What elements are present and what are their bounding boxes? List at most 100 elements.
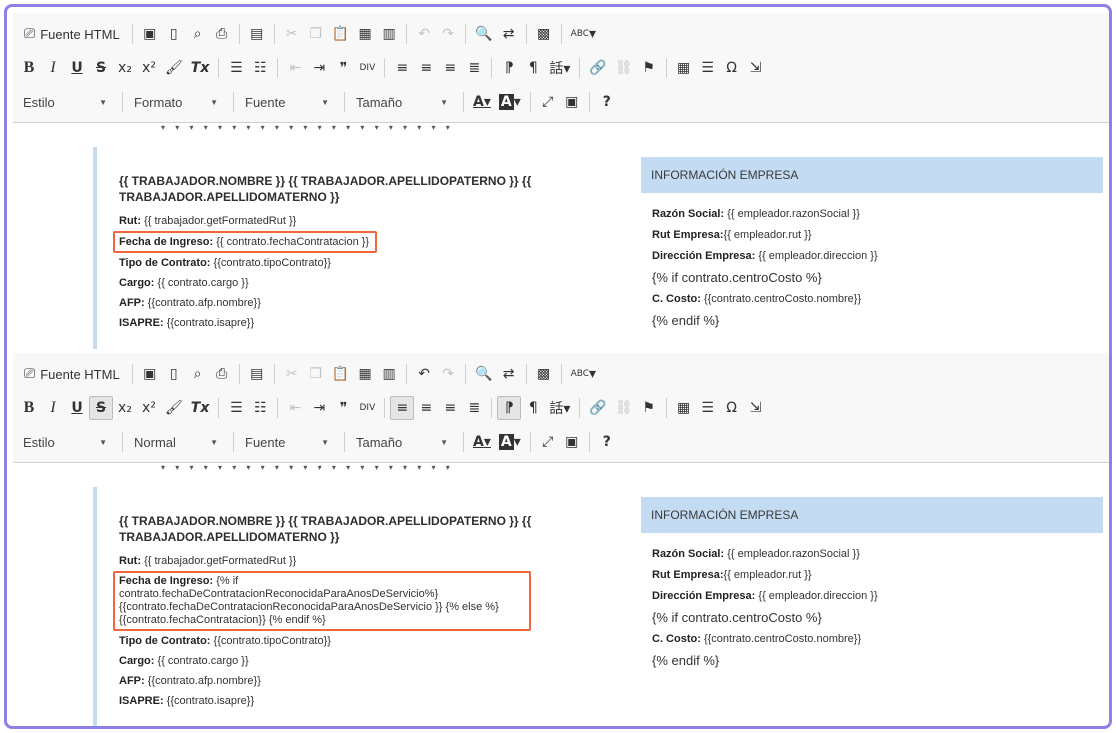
source-button[interactable]: ⎚ Fuente HTML: [17, 22, 127, 46]
indent-icon[interactable]: ⇥: [307, 396, 331, 420]
format-combo[interactable]: Normal ▼: [128, 430, 224, 454]
page-break-icon[interactable]: ⇲: [744, 56, 768, 80]
bg-color-button[interactable]: A ▾: [495, 90, 525, 114]
language-icon[interactable]: 話▾: [545, 396, 574, 420]
numbered-list-icon[interactable]: ☰: [224, 396, 248, 420]
subscript-button[interactable]: x₂: [113, 56, 137, 80]
anchor-flag-icon[interactable]: ⚑: [637, 396, 661, 420]
replace-icon[interactable]: ⇄: [497, 362, 521, 386]
source-button[interactable]: ⎚ Fuente HTML: [17, 362, 127, 386]
strike-button[interactable]: S: [89, 396, 113, 420]
paste-text-icon[interactable]: ▦: [353, 362, 377, 386]
blockquote-button[interactable]: ❞: [331, 56, 355, 80]
remove-format-button[interactable]: Tx: [187, 396, 214, 420]
print-icon[interactable]: ⎙: [210, 362, 234, 386]
save-icon[interactable]: ▣: [138, 22, 162, 46]
redo-icon[interactable]: ↷: [436, 22, 460, 46]
redo-icon[interactable]: ↷: [436, 362, 460, 386]
bold-button[interactable]: B: [17, 396, 41, 420]
numbered-list-icon[interactable]: ☰: [224, 56, 248, 80]
align-right-icon[interactable]: ≡: [438, 56, 462, 80]
templates-icon[interactable]: ▤: [245, 22, 269, 46]
page-break-icon[interactable]: ⇲: [744, 396, 768, 420]
save-icon[interactable]: ▣: [138, 362, 162, 386]
superscript-button[interactable]: x²: [137, 56, 161, 80]
special-char-button[interactable]: Ω: [720, 396, 744, 420]
select-all-icon[interactable]: ▩: [532, 362, 556, 386]
link-icon[interactable]: 🔗: [585, 396, 610, 420]
bg-color-button[interactable]: A ▾: [495, 430, 525, 454]
style-combo[interactable]: Estilo ▼: [17, 90, 113, 114]
rtl-icon[interactable]: ¶: [521, 396, 545, 420]
maximize-icon[interactable]: ⤢: [536, 90, 560, 114]
font-combo[interactable]: Fuente ▼: [239, 430, 335, 454]
italic-button[interactable]: I: [41, 396, 65, 420]
replace-icon[interactable]: ⇄: [497, 22, 521, 46]
unlink-icon[interactable]: ⛓: [611, 56, 637, 80]
cut-icon[interactable]: ✂: [280, 22, 304, 46]
indent-icon[interactable]: ⇥: [307, 56, 331, 80]
new-page-icon[interactable]: ▯: [162, 22, 186, 46]
spellcheck-icon[interactable]: ABC ▾: [567, 22, 601, 46]
text-color-button[interactable]: A ▾: [469, 90, 495, 114]
blockquote-button[interactable]: ❞: [331, 396, 355, 420]
table-icon[interactable]: ▦: [672, 396, 696, 420]
preview-icon[interactable]: ⌕: [186, 362, 210, 386]
underline-button[interactable]: U: [65, 396, 89, 420]
align-center-icon[interactable]: ≡: [414, 396, 438, 420]
link-icon[interactable]: 🔗: [585, 56, 610, 80]
align-justify-icon[interactable]: ≣: [462, 56, 486, 80]
show-blocks-icon[interactable]: ▣: [560, 430, 584, 454]
superscript-button[interactable]: x²: [137, 396, 161, 420]
text-color-button[interactable]: A ▾: [469, 430, 495, 454]
language-icon[interactable]: 話▾: [545, 56, 574, 80]
cut-icon[interactable]: ✂: [280, 362, 304, 386]
show-blocks-icon[interactable]: ▣: [560, 90, 584, 114]
find-icon[interactable]: 🔍: [471, 22, 496, 46]
maximize-icon[interactable]: ⤢: [536, 430, 560, 454]
style-combo[interactable]: Estilo ▼: [17, 430, 113, 454]
create-div-button[interactable]: DIV: [355, 396, 379, 420]
copy-format-icon[interactable]: 🖌: [161, 56, 187, 80]
paste-word-icon[interactable]: ▥: [377, 22, 401, 46]
spellcheck-icon[interactable]: ABC ▾: [567, 362, 601, 386]
anchor-flag-icon[interactable]: ⚑: [637, 56, 661, 80]
copy-icon[interactable]: ❐: [304, 362, 328, 386]
remove-format-button[interactable]: Tx: [187, 56, 214, 80]
editor-content[interactable]: ▾ ▾ ▾ ▾ ▾ ▾ ▾ ▾ ▾ ▾ ▾ ▾ ▾ ▾ ▾ ▾ ▾ ▾ ▾ ▾ …: [13, 123, 1109, 349]
rtl-icon[interactable]: ¶: [521, 56, 545, 80]
undo-icon[interactable]: ↶: [412, 362, 436, 386]
bullet-list-icon[interactable]: ☷: [248, 396, 272, 420]
ltr-icon[interactable]: ⁋: [497, 396, 522, 420]
italic-button[interactable]: I: [41, 56, 65, 80]
align-center-icon[interactable]: ≡: [414, 56, 438, 80]
preview-icon[interactable]: ⌕: [186, 22, 210, 46]
size-combo[interactable]: Tamaño ▼: [350, 90, 454, 114]
horizontal-line-icon[interactable]: ☰: [696, 396, 720, 420]
table-icon[interactable]: ▦: [672, 56, 696, 80]
print-icon[interactable]: ⎙: [210, 22, 234, 46]
ltr-icon[interactable]: ⁋: [497, 56, 521, 80]
paste-icon[interactable]: 📋: [328, 22, 353, 46]
select-all-icon[interactable]: ▩: [532, 22, 556, 46]
font-combo[interactable]: Fuente ▼: [239, 90, 335, 114]
find-icon[interactable]: 🔍: [471, 362, 496, 386]
paste-text-icon[interactable]: ▦: [353, 22, 377, 46]
align-left-icon[interactable]: ≡: [390, 56, 414, 80]
create-div-button[interactable]: DIV: [355, 56, 379, 80]
bullet-list-icon[interactable]: ☷: [248, 56, 272, 80]
help-button[interactable]: ?: [595, 90, 619, 114]
paste-icon[interactable]: 📋: [328, 362, 353, 386]
copy-icon[interactable]: ❐: [304, 22, 328, 46]
subscript-button[interactable]: x₂: [113, 396, 137, 420]
editor-content[interactable]: ▾ ▾ ▾ ▾ ▾ ▾ ▾ ▾ ▾ ▾ ▾ ▾ ▾ ▾ ▾ ▾ ▾ ▾ ▾ ▾ …: [13, 463, 1109, 726]
outdent-icon[interactable]: ⇤: [283, 56, 307, 80]
new-page-icon[interactable]: ▯: [162, 362, 186, 386]
horizontal-line-icon[interactable]: ☰: [696, 56, 720, 80]
align-justify-icon[interactable]: ≣: [462, 396, 486, 420]
copy-format-icon[interactable]: 🖌: [161, 396, 187, 420]
undo-icon[interactable]: ↶: [412, 22, 436, 46]
unlink-icon[interactable]: ⛓: [611, 396, 637, 420]
size-combo[interactable]: Tamaño ▼: [350, 430, 454, 454]
bold-button[interactable]: B: [17, 56, 41, 80]
